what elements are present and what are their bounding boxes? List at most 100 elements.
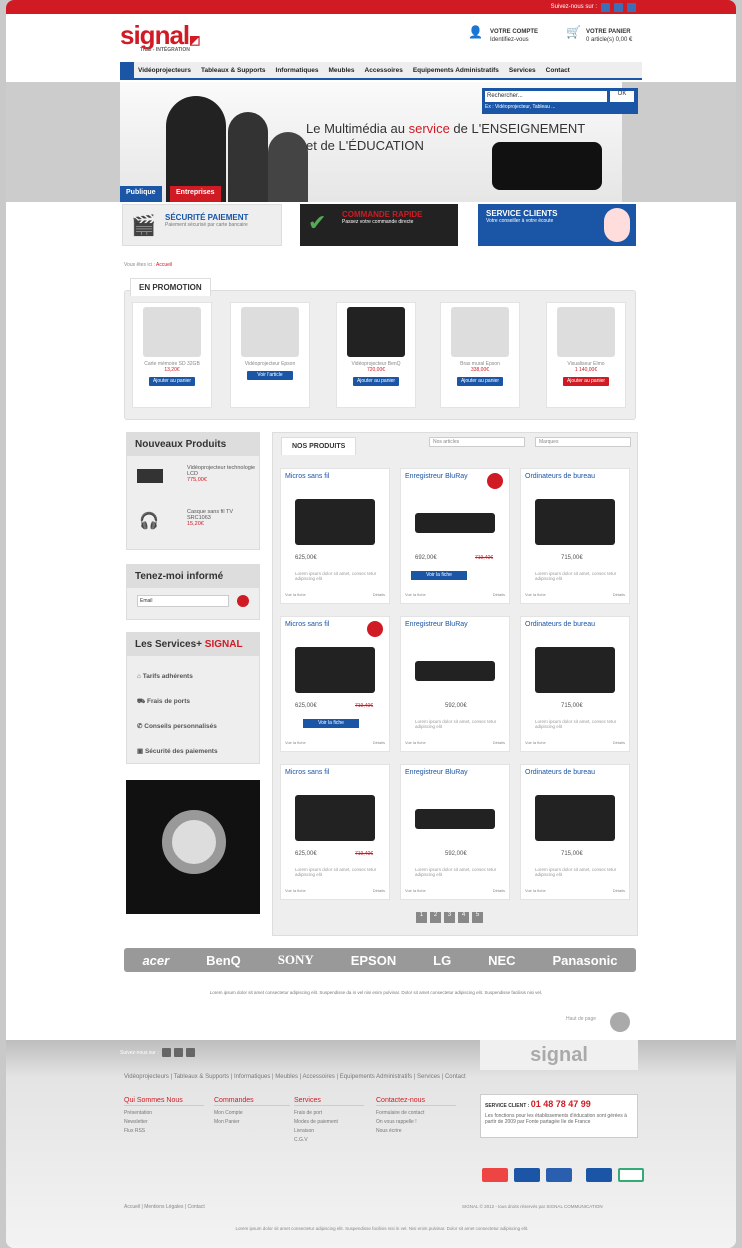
subscribe-button[interactable] [237, 595, 249, 607]
twitter-icon[interactable] [614, 2, 623, 12]
more-link[interactable]: Voir la fiche [525, 740, 546, 745]
add-to-cart-button[interactable]: Ajouter au panier [149, 377, 195, 386]
articles-select[interactable]: Nos articles [429, 437, 525, 447]
rss-icon[interactable] [185, 1048, 195, 1057]
brand-logo[interactable]: NEC [488, 953, 515, 968]
add-to-cart-button[interactable]: Ajouter au panier [563, 377, 609, 386]
more-link[interactable]: Voir la fiche [405, 888, 426, 893]
page-link[interactable]: 3 [444, 912, 455, 923]
brand-logo[interactable]: acer [142, 953, 169, 968]
footer-bottom-link[interactable]: Contact [187, 1204, 204, 1210]
product-title[interactable]: Ordinateurs de bureau [521, 617, 629, 632]
details-link[interactable]: Détails [493, 592, 505, 597]
product-card[interactable]: Micros sans fil 625,00€ 719,40€ Voir la … [280, 616, 390, 752]
cart-link[interactable]: 🛒 VOTRE PANIER 0 article(s) 0,00 € [566, 26, 632, 44]
footer-link[interactable]: Newsletter [124, 1118, 204, 1127]
nav-item[interactable]: Accessoires [365, 67, 403, 74]
product-title[interactable]: Enregistreur BluRay [401, 617, 509, 632]
nav-item[interactable]: Tableaux & Supports [201, 67, 266, 74]
service-phone[interactable]: 01 48 78 47 99 [531, 1099, 591, 1109]
new-product-item[interactable]: Casque sans fil TV SRC1063 15,20€ [187, 509, 257, 527]
more-link[interactable]: Voir la fiche [405, 740, 426, 745]
brand-logo[interactable]: EPSON [351, 953, 397, 968]
details-link[interactable]: Détails [613, 888, 625, 893]
footer-link[interactable]: Mon Compte [214, 1109, 290, 1118]
product-title[interactable]: Ordinateurs de bureau [521, 469, 629, 484]
footer-link[interactable]: Frais de port [294, 1109, 364, 1118]
product-card[interactable]: Enregistreur BluRay 592,00€ Lorem ipsum … [400, 616, 510, 752]
more-link[interactable]: Voir la fiche [525, 592, 546, 597]
brand-logo[interactable]: LG [433, 953, 451, 968]
promo-product-card[interactable]: Vidéoprojecteur Epson Voir l'article [230, 302, 310, 408]
promo-customer-service[interactable]: SERVICE CLIENTS Votre conseiller à votre… [478, 204, 636, 246]
product-title[interactable]: Micros sans fil [281, 469, 389, 484]
details-link[interactable]: Détails [373, 888, 385, 893]
tab-public[interactable]: Publique [120, 186, 162, 202]
brand-logo[interactable]: SONY [278, 952, 314, 968]
promo-product-card[interactable]: Visualiseur Elmo 1 140,00€ Ajouter au pa… [546, 302, 626, 408]
facebook-icon[interactable] [161, 1048, 171, 1057]
more-link[interactable]: Voir la fiche [285, 888, 306, 893]
product-title[interactable]: Enregistreur BluRay [401, 765, 509, 780]
promo-product-card[interactable]: Bras mural Epson 338,00€ Ajouter au pani… [440, 302, 520, 408]
nav-item[interactable]: Contact [546, 67, 570, 74]
facebook-icon[interactable] [601, 2, 610, 12]
scroll-top-label[interactable]: Haut de page [566, 1016, 596, 1022]
footer-link[interactable]: Modes de paiement [294, 1118, 364, 1127]
search-button[interactable]: OK [610, 91, 634, 102]
footer-link[interactable]: Flux RSS [124, 1127, 204, 1136]
product-card[interactable]: Enregistreur BluRay 592,00€ Lorem ipsum … [400, 764, 510, 900]
nav-item[interactable]: Informatiques [276, 67, 319, 74]
tab-enterprise[interactable]: Entreprises [170, 186, 221, 202]
view-product-button[interactable]: Voir l'article [247, 371, 293, 380]
view-button[interactable]: Voir la fiche [303, 719, 359, 728]
product-card[interactable]: Ordinateurs de bureau 715,00€ Lorem ipsu… [520, 764, 630, 900]
twitter-icon[interactable] [173, 1048, 183, 1057]
logo[interactable]: signal◩ TICE - INTÉGRATION [120, 20, 201, 53]
nav-item[interactable]: Services [509, 67, 536, 74]
nav-item[interactable]: Equipements Administratifs [413, 67, 499, 74]
add-to-cart-button[interactable]: Ajouter au panier [457, 377, 503, 386]
nav-item[interactable]: Meubles [329, 67, 355, 74]
add-to-cart-button[interactable]: Ajouter au panier [353, 377, 399, 386]
footer-link[interactable]: Formulaire de contact [376, 1109, 456, 1118]
footer-nav-item[interactable]: Meubles [275, 1074, 298, 1080]
footer-nav-item[interactable]: Informatiques [234, 1074, 270, 1080]
service-item[interactable]: ⌂ Tarifs adhérents [137, 664, 249, 689]
new-product-item[interactable]: Vidéoprojecteur technologie LCD 775,00€ [187, 465, 257, 483]
footer-link[interactable]: Nous écrire [376, 1127, 456, 1136]
product-title[interactable]: Micros sans fil [281, 765, 389, 780]
account-link[interactable]: 👤 VOTRE COMPTE Identifiez-vous [468, 26, 538, 44]
brands-select[interactable]: Marques [535, 437, 631, 447]
details-link[interactable]: Détails [613, 740, 625, 745]
details-link[interactable]: Détails [493, 740, 505, 745]
more-link[interactable]: Voir la fiche [285, 592, 306, 597]
footer-nav-item[interactable]: Services [417, 1074, 440, 1080]
footer-link[interactable]: C.G.V [294, 1136, 364, 1145]
page-link[interactable]: 4 [458, 912, 469, 923]
footer-link[interactable]: Mon Panier [214, 1118, 290, 1127]
service-item[interactable]: ✆ Conseils personnalisés [137, 714, 249, 739]
promo-product-card[interactable]: Carte mémoire SD 32GB 13,20€ Ajouter au … [132, 302, 212, 408]
promo-product-card[interactable]: Vidéoprojecteur BenQ 720,00€ Ajouter au … [336, 302, 416, 408]
page-link[interactable]: 1 [416, 912, 427, 923]
footer-link[interactable]: Présentation [124, 1109, 204, 1118]
footer-logo[interactable]: signal [480, 1040, 638, 1070]
details-link[interactable]: Détails [373, 740, 385, 745]
footer-bottom-link[interactable]: Accueil [124, 1204, 140, 1210]
promo-secure-payment[interactable]: 🎬 SÉCURITÉ PAIEMENT Paiement sécurisé pa… [122, 204, 282, 246]
nav-item[interactable]: Vidéoprojecteurs [138, 67, 191, 74]
product-card[interactable]: Ordinateurs de bureau 715,00€ Lorem ipsu… [520, 616, 630, 752]
page-link[interactable]: 2 [430, 912, 441, 923]
footer-nav-item[interactable]: Contact [445, 1074, 466, 1080]
home-icon[interactable] [120, 62, 134, 78]
more-link[interactable]: Voir la fiche [285, 740, 306, 745]
brand-logo[interactable]: Panasonic [552, 953, 617, 968]
promo-quick-order[interactable]: ✔ COMMANDE RAPIDE Passez votre commande … [300, 204, 458, 246]
footer-nav-item[interactable]: Accessoires [303, 1074, 335, 1080]
details-link[interactable]: Détails [373, 592, 385, 597]
footer-bottom-link[interactable]: Mentions Légales [144, 1204, 183, 1210]
product-card[interactable]: Ordinateurs de bureau 715,00€ Lorem ipsu… [520, 468, 630, 604]
email-field[interactable]: Email [137, 595, 229, 607]
search-input[interactable]: Rechercher... [485, 91, 607, 102]
